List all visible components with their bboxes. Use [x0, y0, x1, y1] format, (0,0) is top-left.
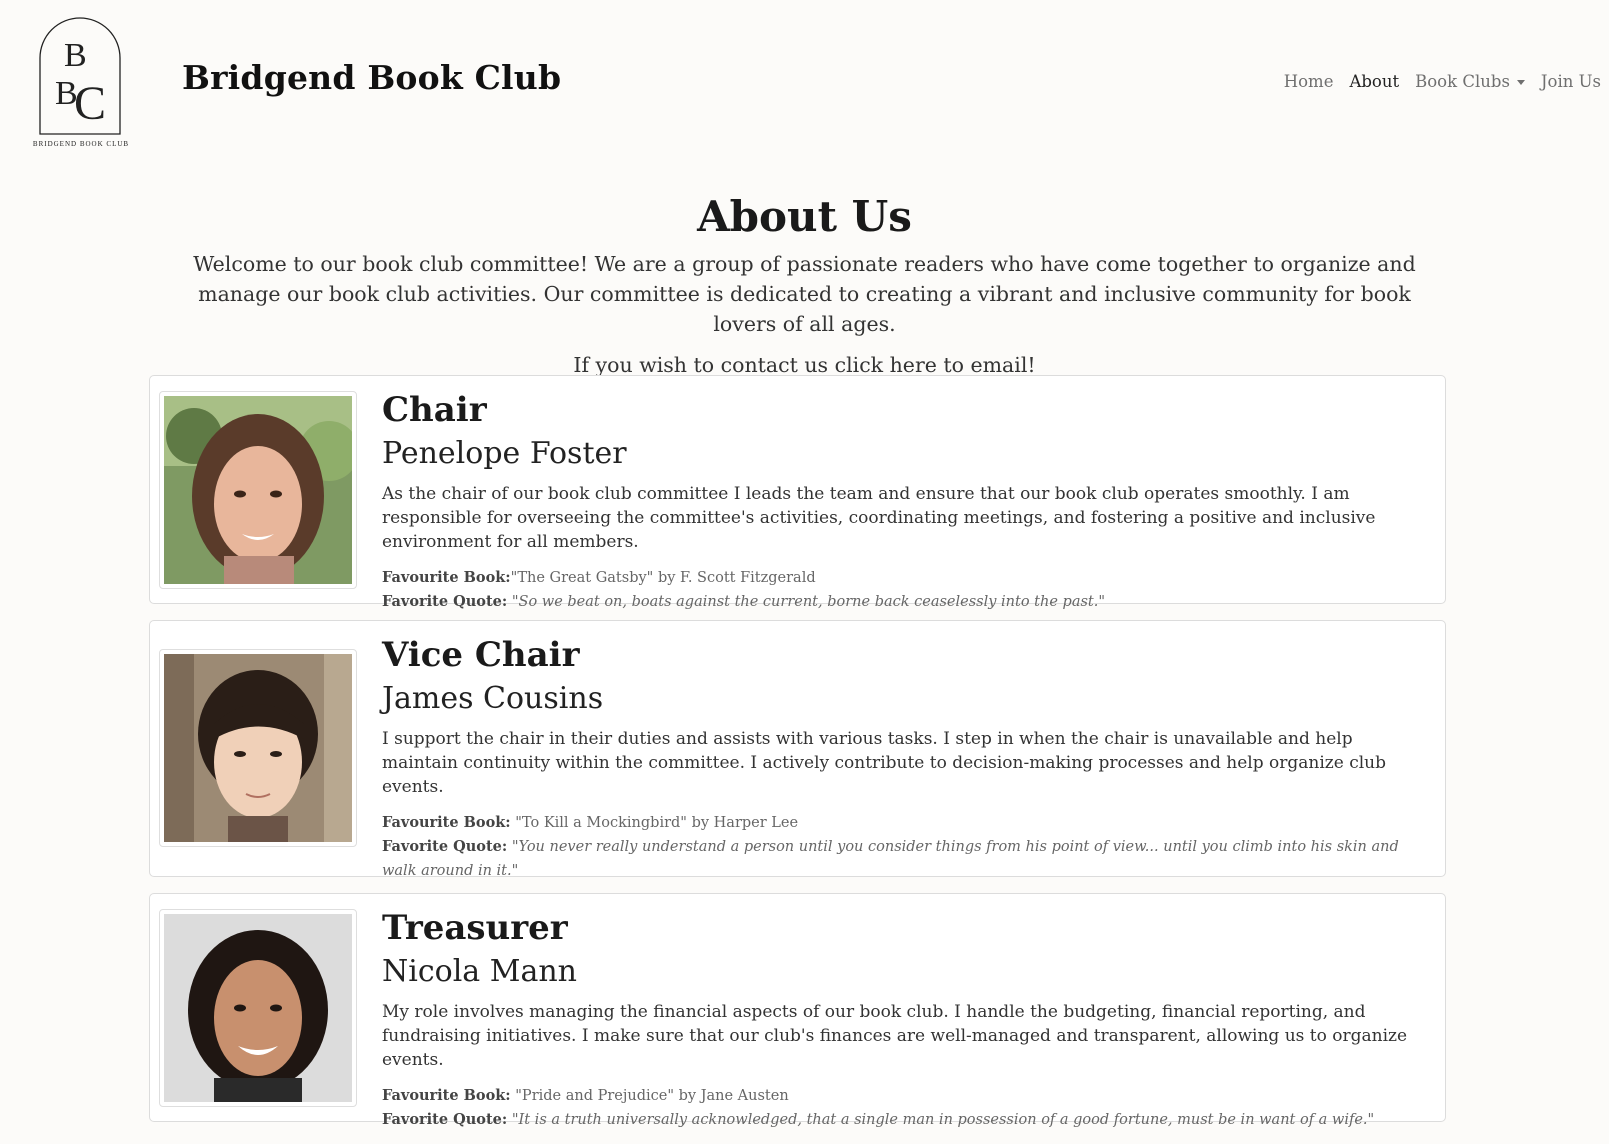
- nav-home[interactable]: Home: [1284, 72, 1334, 91]
- nav-book-clubs-label: Book Clubs: [1415, 72, 1510, 91]
- member-card-vice-chair: Vice Chair James Cousins I support the c…: [149, 620, 1446, 879]
- nav-book-clubs[interactable]: Book Clubs: [1415, 72, 1525, 91]
- member-bio: As the chair of our book club committee …: [382, 484, 1376, 552]
- favorite-quote: "You never really understand a person un…: [382, 839, 1399, 879]
- member-photo: [159, 649, 357, 847]
- favorite-quote: "So we beat on, boats against the curren…: [511, 594, 1106, 610]
- favorite-quote-label: Favorite Quote:: [382, 593, 508, 610]
- main-nav: Home About Book Clubs Join Us: [1284, 72, 1601, 91]
- contact-line: If you wish to contact us click here to …: [0, 353, 1609, 377]
- member-card-chair: Chair Penelope Foster As the chair of ou…: [149, 375, 1446, 610]
- member-name: Nicola Mann: [382, 954, 577, 989]
- member-favourites: Favourite Book: "To Kill a Mockingbird" …: [382, 811, 1421, 883]
- svg-text:C: C: [74, 77, 106, 130]
- svg-text:B: B: [64, 37, 87, 74]
- favorite-quote-label: Favorite Quote:: [382, 1111, 508, 1128]
- page-title: About Us: [697, 192, 912, 241]
- member-photo: [159, 909, 357, 1107]
- member-body: Treasurer Nicola Mann My role involves m…: [382, 894, 1445, 1144]
- email-link[interactable]: click here to email!: [835, 353, 1036, 377]
- brand-title[interactable]: Bridgend Book Club: [182, 58, 561, 97]
- member-body: Chair Penelope Foster As the chair of ou…: [382, 376, 1445, 626]
- member-favourites: Favourite Book: "Pride and Prejudice" by…: [382, 1084, 1421, 1132]
- favourite-book: "Pride and Prejudice" by Jane Austen: [515, 1088, 789, 1104]
- member-name: James Cousins: [382, 681, 604, 716]
- committee-list: Chair Penelope Foster As the chair of ou…: [149, 375, 1446, 1138]
- nav-join[interactable]: Join Us: [1541, 72, 1601, 91]
- favourite-book-label: Favourite Book:: [382, 569, 511, 586]
- member-bio: I support the chair in their duties and …: [382, 729, 1386, 797]
- main-content: About Us Welcome to our book club commit…: [0, 192, 1609, 377]
- nav-about[interactable]: About: [1349, 72, 1399, 91]
- member-role: Chair: [382, 390, 487, 430]
- contact-prefix: If you wish to contact us: [573, 353, 835, 378]
- logo[interactable]: B B C BRIDGEND BOOK CLUB: [28, 16, 134, 150]
- member-body: Vice Chair James Cousins I support the c…: [382, 621, 1445, 895]
- favorite-quote-label: Favorite Quote:: [382, 838, 508, 855]
- member-role: Treasurer: [382, 908, 568, 948]
- favorite-quote: "It is a truth universally acknowledged,…: [511, 1112, 1375, 1128]
- favourite-book-label: Favourite Book:: [382, 1087, 511, 1104]
- member-name: Penelope Foster: [382, 436, 627, 471]
- intro-text: Welcome to our book club committee! We a…: [193, 252, 1416, 337]
- member-card-treasurer: Treasurer Nicola Mann My role involves m…: [149, 893, 1446, 1128]
- logo-caption: BRIDGEND BOOK CLUB: [33, 140, 129, 148]
- favourite-book-label: Favourite Book:: [382, 814, 511, 831]
- member-role: Vice Chair: [382, 635, 580, 675]
- chevron-down-icon: [1516, 80, 1525, 85]
- member-photo: [159, 391, 357, 589]
- member-bio: My role involves managing the financial …: [382, 1002, 1408, 1070]
- member-favourites: Favourite Book:"The Great Gatsby" by F. …: [382, 566, 1421, 614]
- navbar: B B C BRIDGEND BOOK CLUB Bridgend Book C…: [0, 0, 1609, 168]
- favourite-book: "To Kill a Mockingbird" by Harper Lee: [515, 815, 799, 831]
- favourite-book: "The Great Gatsby" by F. Scott Fitzgeral…: [510, 570, 816, 586]
